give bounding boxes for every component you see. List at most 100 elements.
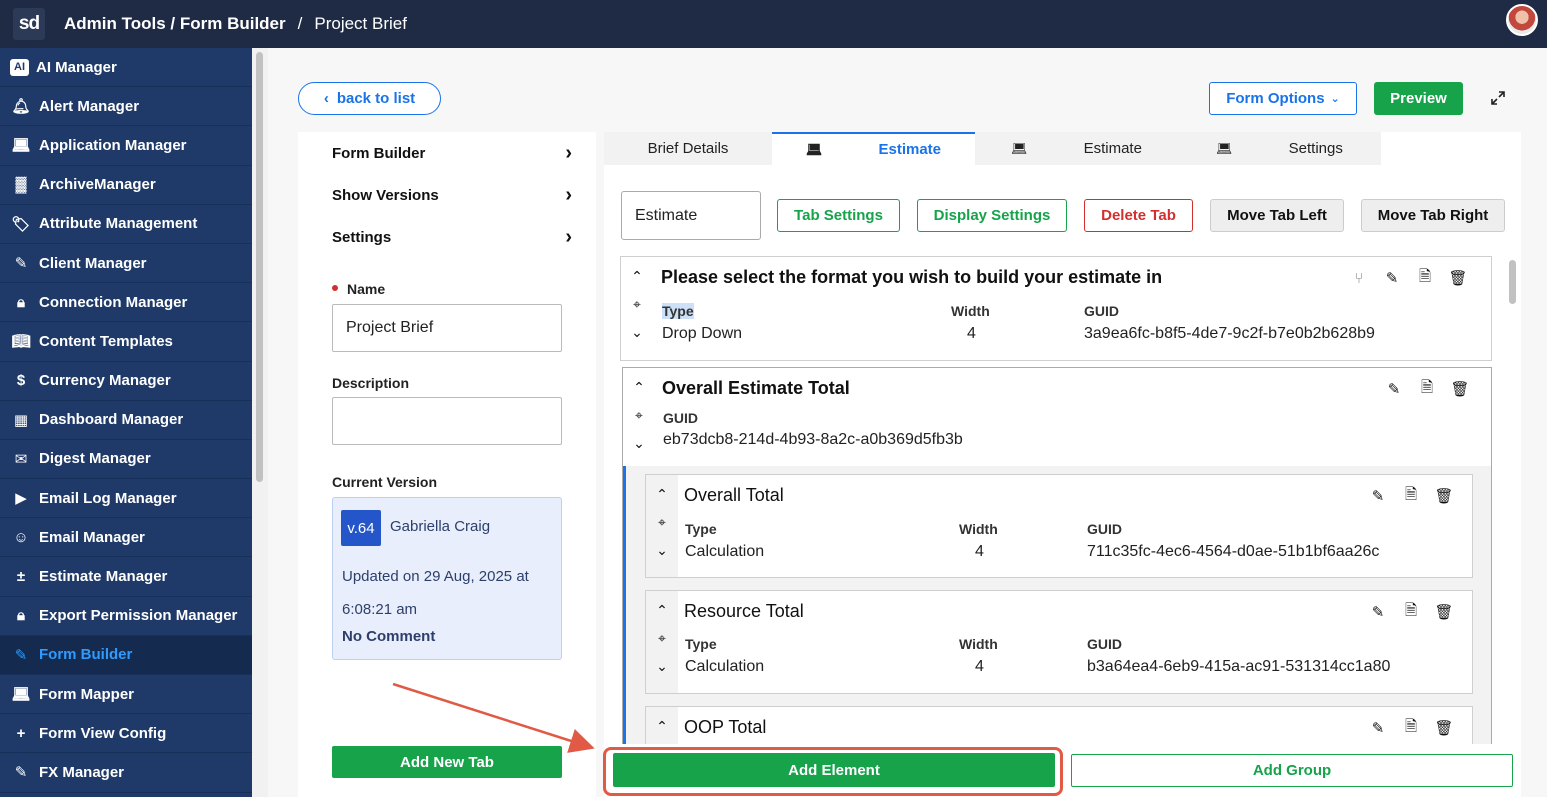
element-title: Please select the format you wish to bui… [661, 267, 1163, 287]
tab-estimate-active[interactable]: 💻︎ Estimate [772, 132, 975, 165]
tab-settings-button[interactable]: Tab Settings [777, 199, 900, 232]
delete-tab-button[interactable]: Delete Tab [1084, 199, 1193, 232]
child-actions: ✎ 🗎︎ 🗑︎ [1369, 486, 1454, 506]
edit-icon[interactable]: ✎ [1369, 719, 1387, 737]
expand-chevron-down-icon[interactable]: ⌄ [631, 321, 643, 343]
drag-target-icon[interactable]: ⌖ [658, 627, 666, 649]
chevron-right-icon: › [565, 142, 572, 164]
tab-brief-details[interactable]: Brief Details [604, 132, 772, 165]
sidebar-item-form-mapper[interactable]: 💻︎ Form Mapper [0, 675, 252, 715]
group-title: Overall Estimate Total [662, 378, 850, 398]
expand-chevron-down-icon[interactable]: ⌄ [633, 432, 645, 454]
add-new-tab-button[interactable]: Add New Tab [332, 746, 562, 778]
duplicate-icon[interactable]: 🗎︎ [1418, 379, 1436, 398]
drag-target-icon[interactable]: ⌖ [635, 404, 643, 426]
edit-icon[interactable]: ✎ [1369, 487, 1387, 505]
tab-estimate-2[interactable]: 💻︎ Estimate [975, 132, 1178, 165]
child-element-card[interactable]: ⌃ ⌖ ⌄ Resource Total ✎ 🗎︎ 🗑︎ Type Calcul… [645, 590, 1473, 694]
sidebar-item-form-view-config[interactable]: + Form View Config [0, 714, 252, 754]
sidebar-item-attribute-management[interactable]: 🏷︎ Attribute Management [0, 205, 252, 244]
name-label-text: Name [347, 281, 386, 297]
version-comment: No Comment [342, 628, 436, 645]
name-input[interactable]: Project Brief [332, 304, 562, 352]
elements-scrollbar-thumb[interactable] [1509, 260, 1516, 304]
breadcrumb-admin-tools[interactable]: Admin Tools / Form Builder [64, 14, 286, 34]
collapse-chevron-up-icon[interactable]: ⌃ [656, 715, 668, 737]
form-options-label: Form Options [1226, 90, 1325, 107]
sidebar-item-fx-manager[interactable]: ✎ FX Manager [0, 753, 252, 793]
collapse-chevron-up-icon[interactable]: ⌃ [656, 599, 668, 621]
drag-target-icon[interactable]: ⌖ [658, 511, 666, 533]
sidebar-item-alert-manager[interactable]: 🔔︎ Alert Manager [0, 87, 252, 127]
expand-chevron-down-icon[interactable]: ⌄ [656, 655, 668, 677]
chevron-right-icon: › [565, 226, 572, 248]
collapse-chevron-up-icon[interactable]: ⌃ [656, 483, 668, 505]
delete-icon[interactable]: 🗑︎ [1434, 487, 1453, 505]
sidebar-item-export-permission-manager[interactable]: 🔒︎ Export Permission Manager [0, 597, 252, 636]
lock-icon: 🔒︎ [17, 607, 25, 625]
back-to-list-button[interactable]: ‹ back to list [298, 82, 441, 115]
sidebar-scrollbar-thumb[interactable] [256, 52, 263, 482]
collapse-chevron-up-icon[interactable]: ⌃ [631, 265, 643, 287]
add-group-button[interactable]: Add Group [1071, 754, 1513, 787]
sidebar-item-estimate-manager[interactable]: ± Estimate Manager [0, 557, 252, 597]
child-title: Resource Total [684, 601, 804, 621]
delete-icon[interactable]: 🗑︎ [1434, 719, 1453, 737]
tab-name-input[interactable]: Estimate [621, 191, 761, 240]
edit-icon[interactable]: ✎ [1383, 269, 1401, 287]
sidebar-item-ai-manager[interactable]: AI AI Manager [0, 48, 252, 88]
group-actions: ✎ 🗎︎ 🗑︎ [1385, 379, 1470, 399]
duplicate-icon[interactable]: 🗎︎ [1416, 268, 1434, 287]
user-avatar[interactable] [1506, 4, 1538, 36]
sidebar-item-dashboard-manager[interactable]: ▦ Dashboard Manager [0, 401, 252, 440]
book-icon: 📖︎ [11, 333, 31, 351]
sidebar-item-email-manager[interactable]: ☺ Email Manager [0, 518, 252, 558]
sidebar-item-form-builder[interactable]: ✎ Form Builder [0, 635, 252, 675]
sidebar-item-archivemanager[interactable]: ▓ ArchiveManager [0, 166, 252, 205]
elements-list: ⌃ ⌖ ⌄ Please select the format you wish … [620, 256, 1492, 749]
sidebar-item-connection-manager[interactable]: 🔒︎ Connection Manager [0, 283, 252, 323]
tab-settings[interactable]: 💻︎ Settings [1178, 132, 1381, 165]
expand-icon[interactable] [1488, 88, 1508, 108]
edit-icon[interactable]: ✎ [1385, 380, 1403, 398]
sidebar-item-currency-manager[interactable]: $ Currency Manager [0, 362, 252, 401]
nav-form-builder[interactable]: Form Builder › [332, 142, 572, 165]
group-card[interactable]: ⌃ ⌖ ⌄ Overall Estimate Total ✎ 🗎︎ 🗑︎ GUI… [622, 367, 1492, 749]
duplicate-icon[interactable]: 🗎︎ [1402, 486, 1420, 505]
breadcrumb-separator: / [297, 14, 303, 33]
display-settings-button[interactable]: Display Settings [917, 199, 1067, 232]
child-element-card[interactable]: ⌃ ⌖ ⌄ Overall Total ✎ 🗎︎ 🗑︎ Type Calcula… [645, 474, 1473, 578]
share-icon[interactable]: ⑂ [1350, 269, 1368, 287]
expand-chevron-down-icon[interactable]: ⌄ [656, 539, 668, 561]
sidebar-item-digest-manager[interactable]: ✉ Digest Manager [0, 440, 252, 480]
sidebar-item-content-templates[interactable]: 📖︎ Content Templates [0, 322, 252, 362]
width-label: Width [951, 303, 990, 319]
edit-icon[interactable]: ✎ [1369, 603, 1387, 621]
sidebar-item-email-log-manager[interactable]: ▶ Email Log Manager [0, 479, 252, 519]
move-tab-right-button[interactable]: Move Tab Right [1361, 199, 1505, 232]
app-logo[interactable]: sd [13, 8, 45, 40]
sidebar-item-application-manager[interactable]: 💻︎ Application Manager [0, 126, 252, 166]
duplicate-icon[interactable]: 🗎︎ [1402, 602, 1420, 621]
delete-icon[interactable]: 🗑︎ [1448, 269, 1467, 287]
child-title: Overall Total [684, 485, 784, 505]
lock-icon: 🔒︎ [17, 293, 25, 311]
move-tab-left-button[interactable]: Move Tab Left [1210, 199, 1344, 232]
child-element-card[interactable]: ⌃ OOP Total ✎ 🗎︎ 🗑︎ [645, 706, 1473, 749]
sidebar-item-client-manager[interactable]: ✎ Client Manager [0, 244, 252, 284]
duplicate-icon[interactable]: 🗎︎ [1402, 718, 1420, 737]
element-card[interactable]: ⌃ ⌖ ⌄ Please select the format you wish … [620, 256, 1492, 361]
nav-settings[interactable]: Settings › [332, 226, 572, 249]
nav-show-versions[interactable]: Show Versions › [332, 184, 572, 207]
type-value: Calculation [685, 658, 765, 675]
sidebar-item-label: ArchiveManager [39, 176, 156, 194]
description-input[interactable] [332, 397, 562, 445]
collapse-chevron-up-icon[interactable]: ⌃ [633, 376, 645, 398]
delete-icon[interactable]: 🗑︎ [1434, 603, 1453, 621]
form-options-dropdown[interactable]: Form Options ⌄ [1209, 82, 1357, 115]
preview-button[interactable]: Preview [1374, 82, 1463, 115]
guid-value: b3a64ea4-6eb9-415a-ac91-531314cc1a80 [1087, 658, 1391, 675]
tab-estimate-2-label: Estimate [1083, 140, 1142, 157]
drag-target-icon[interactable]: ⌖ [633, 293, 641, 315]
delete-icon[interactable]: 🗑︎ [1450, 380, 1469, 398]
